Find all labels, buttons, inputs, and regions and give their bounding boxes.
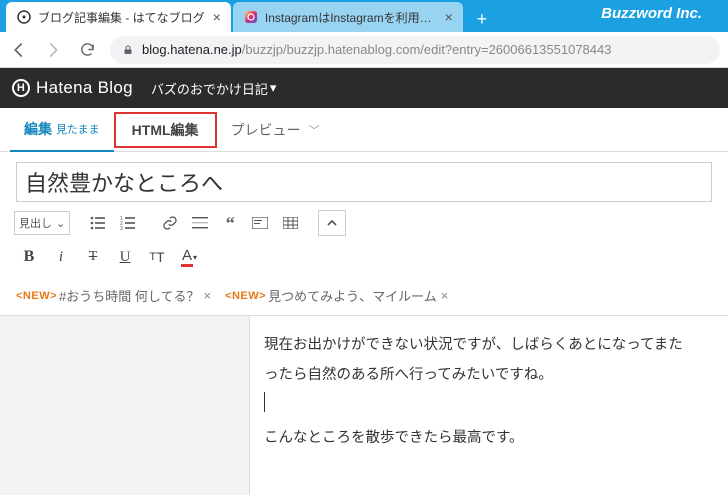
tag-new-badge: <NEW> [225, 290, 266, 302]
lock-icon [122, 44, 134, 56]
code-block-button[interactable] [246, 210, 274, 236]
hatena-logo-text: Hatena Blog [36, 78, 133, 98]
new-tab-button[interactable]: + [469, 6, 495, 32]
browser-tab-active[interactable]: ブログ記事編集 - はてなブログ × [6, 2, 231, 32]
read-more-button[interactable] [186, 210, 214, 236]
url-path: /buzzjp/buzzjp.hatenablog.com/edit?entry… [242, 42, 612, 57]
url-host: blog.hatena.ne.jp [142, 42, 242, 57]
blog-name: バズのおでかけ日記 [151, 79, 268, 98]
hatena-logo-icon: H [12, 79, 30, 97]
tab-compose[interactable]: 編集 見たまま [10, 108, 114, 152]
font-color-button[interactable]: A▾ [174, 244, 204, 270]
table-button[interactable] [276, 210, 304, 236]
tag-item[interactable]: <NEW> #おうち時間 何してる？ × [16, 286, 211, 305]
body-line: ったら自然のある所へ行ってみたいですね。 [264, 362, 714, 388]
body-line: 現在お出かけができない状況ですが、しばらくあとになってまた [264, 332, 714, 358]
tab-compose-sub: 見たまま [56, 121, 100, 137]
italic-button[interactable]: i [46, 244, 76, 270]
browser-tab-title: InstagramはInstagramを利用してい [265, 9, 437, 26]
tab-compose-label: 編集 [24, 119, 52, 139]
chevron-down-icon: ﹀ [309, 122, 320, 138]
tags-row: <NEW> #おうち時間 何してる？ × <NEW> 見つめてみよう、マイルーム… [0, 280, 728, 315]
hatena-header: H Hatena Blog バズのおでかけ日記 ▾ [0, 68, 728, 108]
link-button[interactable] [156, 210, 184, 236]
url-field[interactable]: blog.hatena.ne.jp/buzzjp/buzzjp.hatenabl… [110, 36, 720, 64]
hatena-logo[interactable]: H Hatena Blog [12, 78, 133, 98]
close-icon[interactable]: × [213, 9, 221, 25]
blog-selector[interactable]: バズのおでかけ日記 ▾ [151, 79, 277, 98]
browser-tab-inactive[interactable]: InstagramはInstagramを利用してい × [233, 2, 463, 32]
editor-body: 現在お出かけができない状況ですが、しばらくあとになってまた ったら自然のある所へ… [0, 315, 728, 495]
body-line: こんなところを散歩できたら最高です。 [264, 425, 714, 451]
tag-text: #おうち時間 何してる？ [59, 286, 199, 305]
collapse-button[interactable] [318, 210, 346, 236]
toolbar-row-2: B i T U TT A▾ [0, 242, 728, 280]
font-size-button[interactable]: TT [142, 244, 172, 270]
browser-tab-title: ブログ記事編集 - はてなブログ [38, 9, 205, 26]
tab-preview[interactable]: プレビュー ﹀ [217, 108, 334, 152]
chevron-down-icon: ▾ [270, 80, 277, 96]
tab-html[interactable]: HTML編集 [114, 112, 217, 148]
favicon-hatena [16, 9, 32, 25]
tag-text: 見つめてみよう、マイルーム [268, 286, 437, 305]
toolbar-row-1: 見出し⌄ 123 “ [0, 210, 728, 242]
brand-label: Buzzword Inc. [601, 5, 702, 22]
back-button[interactable] [8, 39, 30, 61]
favicon-instagram [243, 9, 259, 25]
post-title-input[interactable] [16, 162, 712, 202]
editor-sidebar[interactable] [0, 316, 250, 495]
editor-content[interactable]: 現在お出かけができない状況ですが、しばらくあとになってまた ったら自然のある所へ… [250, 316, 728, 495]
svg-text:3: 3 [120, 226, 123, 230]
bullet-list-button[interactable] [84, 210, 112, 236]
underline-button[interactable]: U [110, 244, 140, 270]
quote-button[interactable]: “ [216, 210, 244, 236]
tag-new-badge: <NEW> [16, 290, 57, 302]
tab-html-label: HTML編集 [132, 120, 199, 140]
bold-button[interactable]: B [14, 244, 44, 270]
reload-button[interactable] [76, 39, 98, 61]
numbered-list-button[interactable]: 123 [114, 210, 142, 236]
text-cursor [264, 392, 265, 412]
tag-remove-icon[interactable]: × [441, 288, 449, 303]
heading-select[interactable]: 見出し⌄ [14, 211, 70, 235]
address-bar: blog.hatena.ne.jp/buzzjp/buzzjp.hatenabl… [0, 32, 728, 68]
tag-item[interactable]: <NEW> 見つめてみよう、マイルーム × [225, 286, 448, 305]
strike-button[interactable]: T [78, 244, 108, 270]
tag-remove-icon[interactable]: × [203, 288, 211, 303]
close-icon[interactable]: × [445, 9, 453, 25]
edit-tabs: 編集 見たまま HTML編集 プレビュー ﹀ [0, 108, 728, 152]
forward-button[interactable] [42, 39, 64, 61]
tab-preview-label: プレビュー [231, 120, 301, 140]
chevron-down-icon: ⌄ [56, 217, 65, 230]
